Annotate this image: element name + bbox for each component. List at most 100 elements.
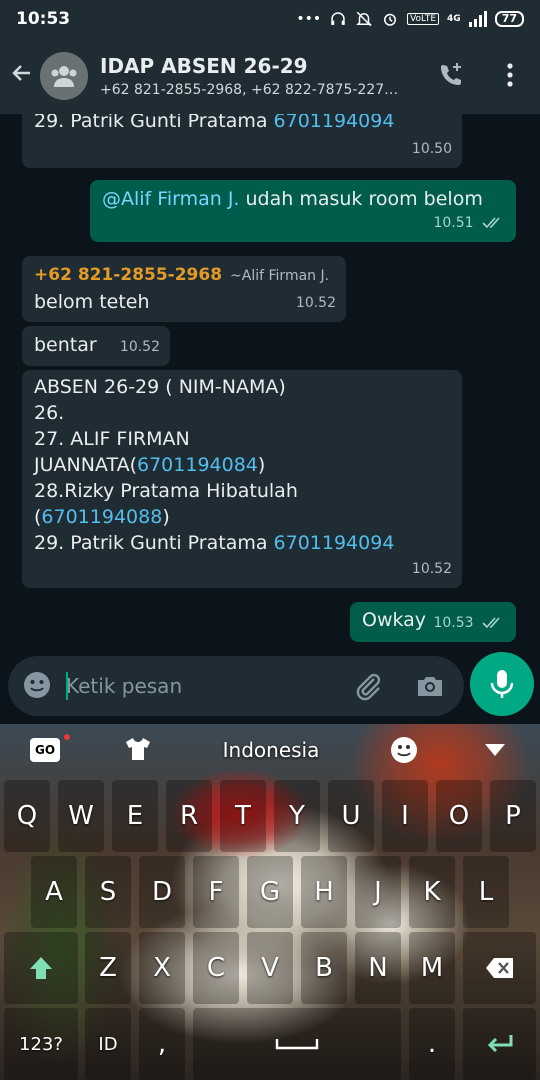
message-incoming[interactable]: ABSEN 26-29 ( NIM-NAMA) 26. 27. ALIF FIR… (22, 370, 462, 588)
more-notifications-icon: ••• (296, 11, 322, 27)
message-line: 27. ALIF FIRMAN (34, 428, 190, 450)
microphone-icon (490, 670, 514, 698)
backspace-icon (485, 958, 513, 978)
message-time: 10.52 (295, 295, 336, 311)
key-v[interactable]: V (247, 932, 293, 1004)
back-arrow-icon[interactable] (4, 61, 40, 92)
volte-icon: VoLTE (407, 13, 440, 25)
key-l[interactable]: L (463, 856, 509, 928)
message-line: 28.Rizky Pratama Hibatulah (34, 480, 298, 502)
message-outgoing[interactable]: @Alif Firman J. udah masuk room belom 10… (90, 180, 516, 242)
status-icons: ••• VoLTE 4G 77 (296, 10, 524, 28)
key-k[interactable]: K (409, 856, 455, 928)
backspace-key[interactable] (463, 932, 536, 1004)
key-n[interactable]: N (355, 932, 401, 1004)
go-keyboard-logo[interactable]: GO (30, 738, 60, 762)
message-input[interactable]: Ketik pesan (66, 674, 182, 698)
message-outgoing[interactable]: Owkay 10.53 (350, 602, 516, 642)
group-name: IDAP ABSEN 26-29 (100, 54, 308, 78)
alarm-icon (384, 13, 397, 26)
space-key[interactable] (193, 1008, 401, 1080)
signal-icon (468, 11, 487, 27)
key-e[interactable]: E (112, 780, 158, 852)
group-avatar[interactable] (40, 52, 88, 100)
key-z[interactable]: Z (85, 932, 131, 1004)
key-u[interactable]: U (328, 780, 374, 852)
message-line: JUANNATA(6701194084) (34, 454, 266, 476)
key-m[interactable]: M (409, 932, 455, 1004)
key-f[interactable]: F (193, 856, 239, 928)
key-h[interactable]: H (301, 856, 347, 928)
message-text: @Alif Firman J. udah masuk room belom (102, 188, 483, 210)
double-check-icon (482, 617, 500, 629)
message-incoming[interactable]: +62 821-2855-2968 ~Alif Firman J. belom t… (22, 256, 346, 322)
message-incoming[interactable]: bentar 10.52 (22, 326, 170, 366)
message-text: Owkay (362, 609, 427, 631)
key-x[interactable]: X (139, 932, 185, 1004)
language-switch-key[interactable]: ID (85, 1008, 131, 1080)
key-a[interactable]: A (31, 856, 77, 928)
key-i[interactable]: I (382, 780, 428, 852)
more-options-icon[interactable] (500, 60, 520, 94)
key-d[interactable]: D (139, 856, 185, 928)
emoji-icon[interactable] (22, 670, 52, 704)
key-w[interactable]: W (58, 780, 104, 852)
period-key[interactable]: . (409, 1008, 455, 1080)
key-o[interactable]: O (436, 780, 482, 852)
voice-message-button[interactable] (470, 652, 534, 716)
message-time: 10.52 (119, 339, 160, 355)
key-p[interactable]: P (490, 780, 536, 852)
shift-icon (30, 957, 52, 979)
message-meta: 10.51 (433, 210, 504, 236)
message-text: belom teteh (34, 291, 150, 313)
battery-indicator: 77 (494, 11, 524, 27)
message-meta: 10.53 (433, 610, 504, 636)
message-line: (6701194088) (34, 506, 170, 528)
key-q[interactable]: Q (4, 780, 50, 852)
enter-key[interactable] (463, 1008, 536, 1080)
collapse-keyboard-icon[interactable] (484, 742, 506, 761)
message-line: 29. Patrik Gunti Pratama 6701194094 (34, 532, 395, 554)
key-b[interactable]: B (301, 932, 347, 1004)
symbols-key[interactable]: 123? (4, 1008, 78, 1080)
chat-header: IDAP ABSEN 26-29 +62 821-2855-2968, +62 … (0, 38, 540, 114)
notification-dot (64, 734, 70, 740)
key-g[interactable]: G (247, 856, 293, 928)
phone-number-link[interactable]: 6701194084 (137, 454, 258, 476)
message-time: 10.53 (433, 615, 474, 631)
phone-number-link[interactable]: 6701194088 (41, 506, 162, 528)
phone-number-link[interactable]: 6701194094 (274, 532, 395, 554)
mention-link[interactable]: @Alif Firman J. (102, 188, 239, 210)
sender-name[interactable]: +62 821-2855-2968 (34, 265, 222, 285)
message-incoming[interactable]: 29. Patrik Gunti Pratama 6701194094 10.5… (22, 114, 462, 168)
keyboard-language[interactable]: Indonesia (196, 738, 346, 762)
chat-title-block[interactable]: IDAP ABSEN 26-29 +62 821-2855-2968, +62 … (100, 54, 430, 98)
mute-bell-icon (356, 11, 372, 27)
camera-icon[interactable] (414, 670, 446, 706)
space-bar-icon (275, 1039, 319, 1050)
key-t[interactable]: T (220, 780, 266, 852)
status-bar: 10:53 ••• VoLTE 4G 77 (0, 0, 540, 38)
theme-shirt-icon[interactable] (124, 736, 152, 766)
add-call-icon[interactable] (436, 60, 466, 94)
key-y[interactable]: Y (274, 780, 320, 852)
group-icon (51, 66, 77, 87)
headset-icon (331, 12, 345, 25)
emoji-keyboard-icon[interactable] (390, 736, 418, 768)
message-time: 10.51 (433, 215, 474, 231)
shift-key[interactable] (4, 932, 78, 1004)
message-list[interactable]: 29. Patrik Gunti Pratama 6701194094 10.5… (0, 114, 540, 652)
phone-number-link[interactable]: 6701194094 (274, 114, 395, 132)
message-text: bentar (34, 334, 97, 356)
group-participants: +62 821-2855-2968, +62 822-7875-227… (100, 82, 399, 98)
compose-bar: Ketik pesan (0, 652, 540, 724)
message-line: ABSEN 26-29 ( NIM-NAMA) (34, 376, 286, 398)
key-s[interactable]: S (85, 856, 131, 928)
double-check-icon (482, 217, 500, 229)
comma-key[interactable]: , (139, 1008, 185, 1080)
attach-icon[interactable] (352, 670, 384, 706)
keyboard: GO Indonesia Q W E R T Y U I O P A S D F… (0, 724, 540, 1080)
key-j[interactable]: J (355, 856, 401, 928)
key-r[interactable]: R (166, 780, 212, 852)
key-c[interactable]: C (193, 932, 239, 1004)
